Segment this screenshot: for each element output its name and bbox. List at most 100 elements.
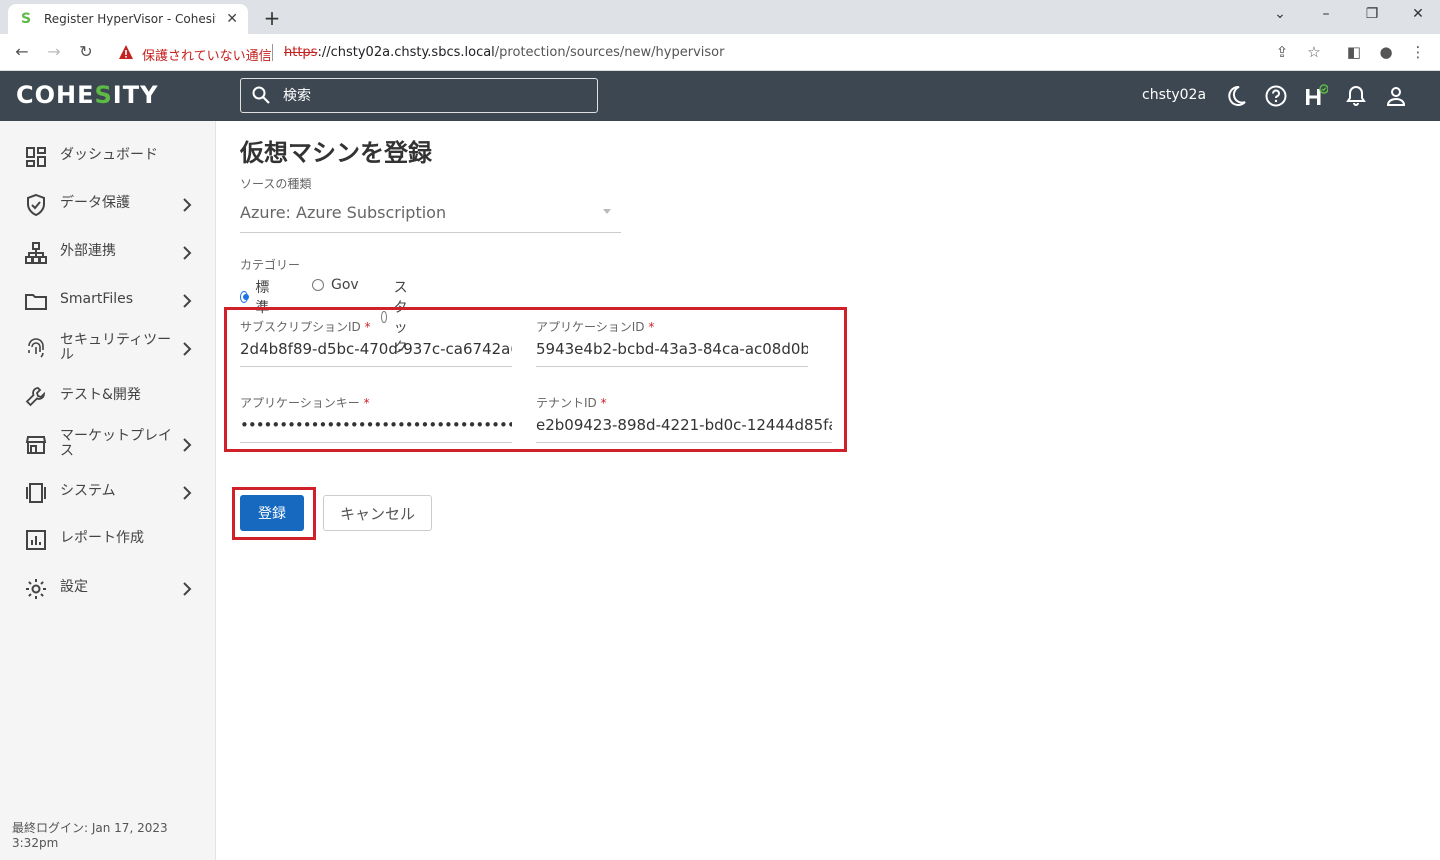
address-bar-row: ← → ↻ 保護されていない通信 https://chsty02a.chsty.… (0, 34, 1440, 71)
sidebar-item-marketplace[interactable]: マーケットプレイス (0, 425, 215, 465)
search-icon (252, 86, 270, 104)
url-separator (272, 44, 273, 61)
field-label: アプリケーションキー * (240, 394, 370, 411)
main-content: 仮想マシンを登録 ソースの種類 Azure: Azure Subscriptio… (216, 121, 1440, 860)
user-account-icon[interactable] (1384, 84, 1408, 108)
help-icon[interactable] (1264, 84, 1288, 108)
application-key-input[interactable] (240, 416, 512, 434)
category-label: カテゴリー (240, 258, 301, 272)
minimize-icon[interactable]: – (1316, 6, 1336, 22)
wrench-icon (25, 387, 45, 407)
forward-icon[interactable]: → (44, 42, 64, 61)
url-bar[interactable]: 保護されていない通信 https://chsty02a.chsty.sbcs.l… (108, 38, 1334, 66)
bookmark-star-icon[interactable]: ☆ (1304, 43, 1324, 61)
warning-icon (119, 45, 133, 59)
last-login-text: 最終ログイン: Jan 17, 2023 3:32pm (12, 821, 168, 850)
fingerprint-icon (28, 338, 44, 358)
cohesity-logo[interactable]: COHESITY (16, 81, 158, 109)
search-input[interactable] (283, 85, 583, 107)
chevron-right-icon (183, 582, 192, 596)
source-type-value: Azure: Azure Subscription (240, 203, 447, 222)
browser-tab[interactable]: S Register HyperVisor - Cohesity D ✕ (8, 4, 248, 34)
sidebar-item-label: システム (60, 483, 116, 499)
sidebar-item-label: 設定 (60, 579, 88, 595)
chevron-right-icon (183, 486, 192, 500)
sidebar-item-system[interactable]: システム (0, 473, 215, 513)
store-icon (25, 436, 47, 454)
tab-search-icon[interactable]: ⌄ (1270, 6, 1290, 22)
sidebar: ダッシュボード データ保護 外部連携 SmartFiles セキュリティツール … (0, 121, 216, 860)
shield-icon (27, 193, 45, 217)
source-type-select[interactable]: Azure: Azure Subscription (240, 197, 621, 233)
url-host: ://chsty02a.chsty.sbcs.local (317, 45, 495, 60)
logo-text-s: S (94, 81, 113, 109)
field-underline (536, 366, 808, 367)
sidebar-item-security-tools[interactable]: セキュリティツール (0, 329, 215, 369)
tab-close-icon[interactable]: ✕ (226, 11, 238, 27)
sidebar-item-settings[interactable]: 設定 (0, 569, 215, 609)
tenant-id-field[interactable]: テナントID * (536, 394, 832, 454)
sidebar-item-label: ダッシュボード (60, 147, 158, 163)
sidebar-item-label: レポート作成 (60, 530, 144, 546)
restore-icon[interactable]: ❐ (1362, 6, 1382, 22)
subscription-id-field[interactable]: サブスクリプションID * (240, 318, 512, 378)
app-header: COHESITY chsty02a (0, 71, 1440, 121)
dashboard-icon (26, 147, 46, 167)
browser-menu-icon[interactable]: ⋮ (1408, 43, 1428, 61)
sidebar-item-reports[interactable]: レポート作成 (0, 520, 215, 560)
field-label: アプリケーションID * (536, 318, 654, 335)
back-icon[interactable]: ← (12, 42, 32, 61)
tenant-id-label: テナントID (536, 396, 597, 410)
sidebar-item-label: 外部連携 (60, 243, 116, 259)
notifications-bell-icon[interactable] (1344, 84, 1368, 108)
share-icon[interactable]: ⇪ (1272, 43, 1292, 61)
register-button[interactable]: 登録 (240, 495, 304, 531)
reload-icon[interactable]: ↻ (76, 42, 96, 61)
sidebar-item-dashboard[interactable]: ダッシュボード (0, 137, 215, 177)
required-mark: * (600, 396, 607, 410)
sidebar-item-integrations[interactable]: 外部連携 (0, 233, 215, 273)
sidebar-item-data-protection[interactable]: データ保護 (0, 185, 215, 225)
subscription-id-label: サブスクリプションID (240, 320, 361, 334)
tenant-id-input[interactable] (536, 416, 832, 434)
hierarchy-icon (25, 242, 47, 264)
search-box[interactable] (240, 78, 598, 113)
sidebar-item-label: テスト&開発 (60, 387, 141, 403)
field-underline (536, 442, 832, 443)
sidebar-item-label: データ保護 (60, 195, 130, 211)
sidebar-item-label: マーケットプレイス (60, 428, 172, 459)
dark-mode-moon-icon[interactable] (1224, 84, 1248, 108)
system-icon (26, 483, 46, 503)
sidebar-item-test-dev[interactable]: テスト&開発 (0, 377, 215, 417)
new-tab-icon[interactable]: + (262, 6, 282, 30)
subscription-id-input[interactable] (240, 340, 512, 358)
cohesity-favicon-icon: S (20, 11, 32, 27)
application-key-field[interactable]: アプリケーションキー * (240, 394, 512, 454)
application-id-input[interactable] (536, 340, 808, 358)
profile-icon[interactable]: ● (1376, 43, 1396, 61)
field-underline (240, 442, 512, 443)
field-label: テナントID * (536, 394, 607, 411)
folder-icon (25, 294, 47, 310)
required-mark: * (364, 320, 371, 334)
gear-icon (26, 579, 46, 599)
radio-unselected-icon (312, 279, 324, 291)
category-radio-gov[interactable]: Gov (312, 277, 359, 293)
sidebar-item-label: SmartFiles (60, 291, 134, 307)
application-id-label: アプリケーションID (536, 320, 645, 334)
chevron-right-icon (183, 198, 192, 212)
helios-status-icon[interactable] (1304, 84, 1328, 108)
url-scheme: https (284, 45, 318, 60)
field-underline (240, 366, 512, 367)
page-title: 仮想マシンを登録 (240, 139, 432, 167)
chevron-right-icon (183, 438, 192, 452)
window-close-icon[interactable]: ✕ (1408, 6, 1428, 22)
cancel-button[interactable]: キャンセル (323, 495, 432, 531)
url-text: https://chsty02a.chsty.sbcs.local/protec… (284, 45, 724, 60)
required-mark: * (648, 320, 655, 334)
application-key-label: アプリケーションキー (240, 396, 360, 410)
side-panel-icon[interactable]: ◧ (1344, 43, 1364, 61)
cluster-name[interactable]: chsty02a (1142, 87, 1206, 103)
sidebar-item-smartfiles[interactable]: SmartFiles (0, 281, 215, 321)
application-id-field[interactable]: アプリケーションID * (536, 318, 808, 378)
